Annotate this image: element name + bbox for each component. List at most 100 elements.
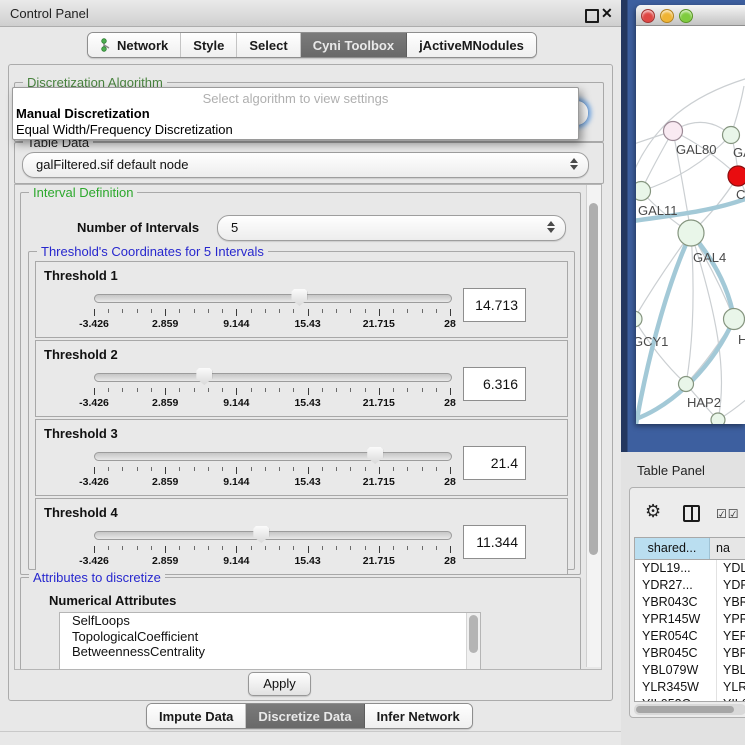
tab-select[interactable]: Select	[237, 33, 300, 57]
group-title: Threshold's Coordinates for 5 Intervals	[37, 244, 268, 259]
attribute-items: SelfLoopsTopologicalCoefficientBetweenne…	[60, 613, 480, 660]
node-gcy1	[636, 311, 642, 327]
node-label: GA	[733, 145, 745, 160]
column-header-name[interactable]: na	[710, 538, 745, 559]
slider-track[interactable]	[94, 373, 452, 382]
node-top-right	[723, 127, 740, 144]
slider-track[interactable]	[94, 294, 452, 303]
tab-jactivemnodules[interactable]: jActiveMNodules	[407, 33, 536, 57]
table-hscrollbar[interactable]	[634, 704, 745, 715]
table-row[interactable]: YDR27...YDR2	[635, 577, 745, 594]
threshold-row: Threshold 4 -3.4262.8599.14415.4321.7152…	[35, 498, 568, 575]
thresholds-group: Threshold's Coordinates for 5 Intervals …	[28, 251, 575, 570]
table-row[interactable]: YBR045CYBR0	[635, 645, 745, 662]
float-window-icon[interactable]	[585, 9, 599, 23]
scrollbar-thumb[interactable]	[589, 203, 598, 555]
select-columns-icon[interactable]: ☑☑	[716, 507, 740, 521]
tab-style[interactable]: Style	[181, 33, 237, 57]
threshold-slider[interactable]: -3.4262.8599.14415.4321.71528	[94, 529, 450, 573]
node-table[interactable]: shared... na YDL19...YDL1YDR27...YDR2YBR…	[634, 537, 745, 702]
threshold-slider[interactable]: -3.4262.8599.14415.4321.71528	[94, 292, 450, 336]
column-header-shared-name[interactable]: shared...	[635, 538, 710, 559]
node-label: GCY1	[636, 334, 668, 349]
scale-tick-label: -3.426	[79, 318, 109, 330]
tab-network[interactable]: Network	[88, 33, 181, 57]
scale-tick-label: -3.426	[79, 397, 109, 409]
scale-tick-label: -3.426	[79, 555, 109, 567]
table-row[interactable]: YBL079WYBL0	[635, 662, 745, 679]
threshold-slider[interactable]: -3.4262.8599.14415.4321.71528	[94, 371, 450, 415]
attribute-list-item[interactable]: BetweennessCentrality	[60, 644, 480, 660]
node-label: GAL80	[676, 142, 716, 157]
scale-tick-label: 2.859	[152, 476, 178, 488]
threshold-value-field[interactable]: 6.316	[463, 367, 526, 401]
network-desktop: GAL80 GA C GAL11 GAL4 GCY1 H HAP2	[621, 0, 745, 454]
dropdown-item-manual-discretization[interactable]: Manual Discretization	[16, 106, 150, 121]
algorithm-dropdown-popup: Select algorithm to view settings Manual…	[12, 87, 579, 140]
slider-thumb[interactable]	[367, 447, 383, 464]
tab-impute-data[interactable]: Impute Data	[147, 704, 246, 728]
settings-scrollbar[interactable]	[586, 185, 601, 667]
slider-thumb[interactable]	[291, 289, 307, 306]
threshold-value-field[interactable]: 11.344	[463, 525, 526, 559]
apply-button[interactable]: Apply	[248, 672, 311, 696]
attribute-list-item[interactable]: TopologicalCoefficient	[60, 629, 480, 645]
node-label: GAL11	[638, 203, 678, 218]
slider-track[interactable]	[94, 531, 452, 540]
panel-divider	[0, 731, 621, 732]
attribute-list-item[interactable]: SelfLoops	[60, 613, 480, 629]
zoom-traffic-light-icon[interactable]	[679, 9, 693, 23]
table-row[interactable]: YDL19...YDL1	[635, 560, 745, 577]
scale-tick-label: -3.426	[79, 476, 109, 488]
table-row[interactable]: YPR145WYPR1	[635, 611, 745, 628]
threshold-value-field[interactable]: 14.713	[463, 288, 526, 322]
scale-tick-label: 15.43	[294, 397, 320, 409]
network-window-titlebar[interactable]	[636, 5, 745, 26]
dropdown-item-equal-width-frequency[interactable]: Equal Width/Frequency Discretization	[16, 122, 233, 137]
node-gal11	[636, 182, 651, 201]
table-row[interactable]: YLR345WYLR3	[635, 679, 745, 696]
table-row[interactable]: YIL052CYIL0	[635, 696, 745, 702]
tab-cyni-toolbox[interactable]: Cyni Toolbox	[301, 33, 407, 57]
slider-ticks	[94, 546, 450, 554]
slider-thumb[interactable]	[196, 368, 212, 385]
scale-tick-label: 9.144	[223, 318, 249, 330]
slider-ticks	[94, 388, 450, 396]
control-panel-titlebar: Control Panel ✕	[0, 0, 621, 27]
tab-infer-network[interactable]: Infer Network	[365, 704, 472, 728]
scale-tick-label: 15.43	[294, 318, 320, 330]
close-icon[interactable]: ✕	[601, 5, 613, 22]
table-row[interactable]: YBR043CYBR0	[635, 594, 745, 611]
threshold-slider[interactable]: -3.4262.8599.14415.4321.71528	[94, 450, 450, 494]
interval-definition-group: Interval Definition Number of Intervals …	[20, 192, 581, 575]
node-hap2	[679, 377, 694, 392]
minimize-traffic-light-icon[interactable]	[660, 9, 674, 23]
screen: Control Panel ✕ Network Style Select Cyn…	[0, 0, 745, 745]
table-row[interactable]: YER054CYER0	[635, 628, 745, 645]
control-panel: Control Panel ✕ Network Style Select Cyn…	[0, 0, 621, 745]
numerical-attributes-label: Numerical Attributes	[49, 593, 176, 608]
list-scrollbar[interactable]	[466, 613, 480, 670]
slider-thumb[interactable]	[253, 526, 269, 543]
slider-scale-labels: -3.4262.8599.14415.4321.71528	[94, 318, 450, 330]
network-canvas[interactable]: GAL80 GA C GAL11 GAL4 GCY1 H HAP2	[636, 26, 745, 424]
network-graph: GAL80 GA C GAL11 GAL4 GCY1 H HAP2	[636, 26, 745, 424]
gear-icon[interactable]: ⚙	[645, 501, 661, 522]
numerical-attributes-list[interactable]: SelfLoopsTopologicalCoefficientBetweenne…	[59, 612, 481, 670]
tab-discretize-data[interactable]: Discretize Data	[246, 704, 364, 728]
slider-track[interactable]	[94, 452, 452, 461]
close-traffic-light-icon[interactable]	[641, 9, 655, 23]
scale-tick-label: 9.144	[223, 476, 249, 488]
scrollbar-thumb[interactable]	[636, 706, 734, 713]
split-columns-icon[interactable]	[683, 505, 700, 522]
scale-tick-label: 9.144	[223, 555, 249, 567]
table-data-combobox[interactable]: galFiltered.sif default node	[22, 152, 589, 178]
threshold-value-field[interactable]: 21.4	[463, 446, 526, 480]
scale-tick-label: 2.859	[152, 555, 178, 567]
scale-tick-label: 21.715	[363, 318, 395, 330]
table-data-group: Table Data galFiltered.sif default node	[14, 142, 604, 184]
threshold-row: Threshold 2 -3.4262.8599.14415.4321.7152…	[35, 340, 568, 417]
network-window[interactable]: GAL80 GA C GAL11 GAL4 GCY1 H HAP2	[636, 5, 745, 424]
number-of-intervals-combobox[interactable]: 5	[217, 215, 566, 241]
slider-scale-labels: -3.4262.8599.14415.4321.71528	[94, 555, 450, 567]
